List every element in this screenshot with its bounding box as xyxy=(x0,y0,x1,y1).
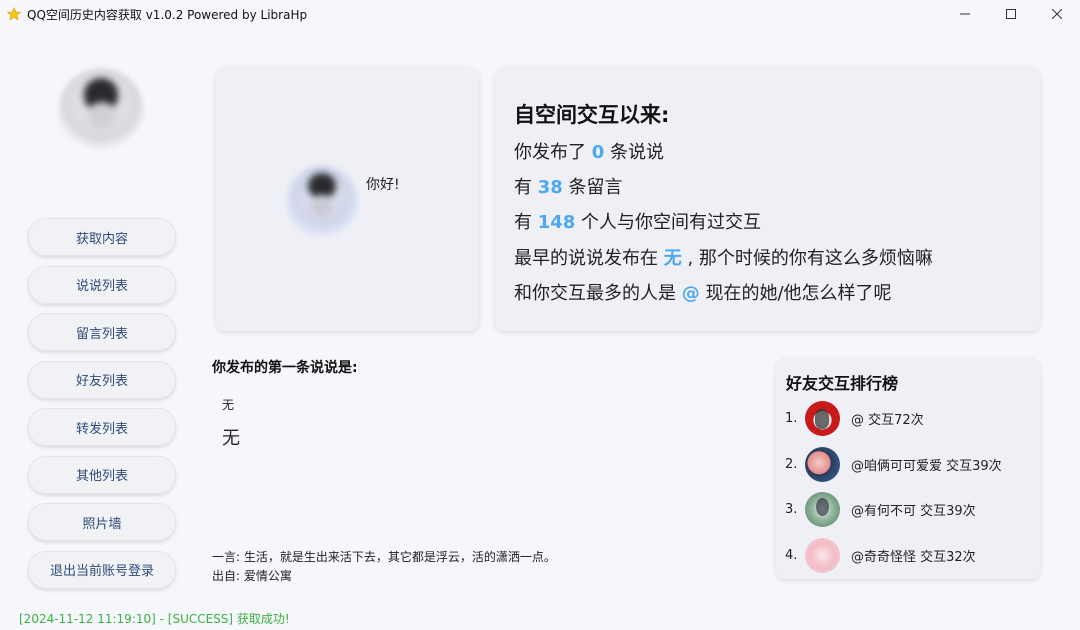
ranking-card: 好友交互排行榜 1. @ 交互72次 2. @咱俩可可爱爱 交互39次 3. @… xyxy=(776,358,1040,579)
stat-top-friend: 和你交互最多的人是 @ 现在的她/他怎么样了呢 xyxy=(514,283,892,304)
ranking-item[interactable]: 3. @有何不可 交互39次 xyxy=(785,491,976,527)
stat-earliest-post: 最早的说说发布在 无 , 那个时候的你有这么多烦恼嘛 xyxy=(514,248,933,269)
profile-avatar xyxy=(286,165,358,237)
stats-card: 自空间交互以来: 你发布了 0 条说说 有 38 条留言 有 148 个人与你空… xyxy=(495,67,1040,331)
posts-list-button[interactable]: 说说列表 xyxy=(28,265,176,304)
stats-title: 自空间交互以来: xyxy=(514,103,670,127)
stat-visitors: 有 148 个人与你空间有过交互 xyxy=(514,212,762,233)
maximize-button[interactable] xyxy=(988,0,1034,28)
maximize-icon xyxy=(1006,9,1016,19)
friend-avatar xyxy=(805,446,840,482)
visitors-count: 148 xyxy=(537,212,576,233)
rank-text: @奇奇怪怪 交互32次 xyxy=(851,549,976,565)
rank-text: @ 交互72次 xyxy=(851,412,924,428)
first-post-content: 无 xyxy=(222,428,240,449)
friend-avatar xyxy=(805,537,840,573)
stat-messages: 有 38 条留言 xyxy=(514,177,623,198)
rank-text: @咱俩可可爱爱 交互39次 xyxy=(851,458,1002,474)
rank-text: @有何不可 交互39次 xyxy=(851,503,976,519)
quote-text: 一言: 生活，就是生出来活下去，其它都是浮云，活的潇洒一点。 xyxy=(212,550,556,564)
messages-count: 38 xyxy=(537,177,563,198)
profile-card: 你好! xyxy=(216,67,479,331)
sidebar-nav: 获取内容 说说列表 留言列表 好友列表 转发列表 其他列表 照片墙 退出当前账号… xyxy=(28,218,176,598)
user-avatar xyxy=(58,68,144,154)
star-icon xyxy=(7,7,21,21)
greeting-text: 你好! xyxy=(366,177,400,193)
first-post-meta: 无 xyxy=(222,398,235,412)
rank-number: 1. xyxy=(785,410,798,426)
friends-list-button[interactable]: 好友列表 xyxy=(28,360,176,399)
close-icon xyxy=(1052,9,1062,19)
posts-count: 0 xyxy=(591,142,605,163)
photo-wall-button[interactable]: 照片墙 xyxy=(28,503,176,541)
rank-number: 4. xyxy=(785,547,798,563)
rank-number: 3. xyxy=(785,501,798,517)
earliest-post-date: 无 xyxy=(663,248,682,269)
forwards-list-button[interactable]: 转发列表 xyxy=(28,408,176,446)
fetch-content-button[interactable]: 获取内容 xyxy=(28,218,176,256)
stat-posts: 你发布了 0 条说说 xyxy=(514,142,664,163)
minimize-icon xyxy=(960,13,970,15)
friend-avatar xyxy=(805,400,840,436)
window-title: QQ空间历史内容获取 v1.0.2 Powered by LibraHp xyxy=(27,7,308,22)
ranking-title: 好友交互排行榜 xyxy=(786,374,899,393)
ranking-item[interactable]: 2. @咱俩可可爱爱 交互39次 xyxy=(785,446,1002,482)
quote-source: 出自: 爱情公寓 xyxy=(212,569,292,583)
title-bar: QQ空间历史内容获取 v1.0.2 Powered by LibraHp xyxy=(0,0,1080,28)
first-post-label: 你发布的第一条说说是: xyxy=(212,360,358,376)
window-controls xyxy=(942,0,1080,28)
top-friend-name: @ xyxy=(681,283,700,304)
messages-list-button[interactable]: 留言列表 xyxy=(28,313,176,351)
ranking-item[interactable]: 4. @奇奇怪怪 交互32次 xyxy=(785,537,976,573)
friend-avatar xyxy=(805,491,840,527)
rank-number: 2. xyxy=(785,456,798,472)
ranking-item[interactable]: 1. @ 交互72次 xyxy=(785,400,924,436)
minimize-button[interactable] xyxy=(942,0,988,28)
other-list-button[interactable]: 其他列表 xyxy=(28,455,176,494)
close-button[interactable] xyxy=(1034,0,1080,28)
status-message: [2024-11-12 11:19:10] - [SUCCESS] 获取成功! xyxy=(19,612,290,626)
logout-button[interactable]: 退出当前账号登录 xyxy=(28,550,176,589)
